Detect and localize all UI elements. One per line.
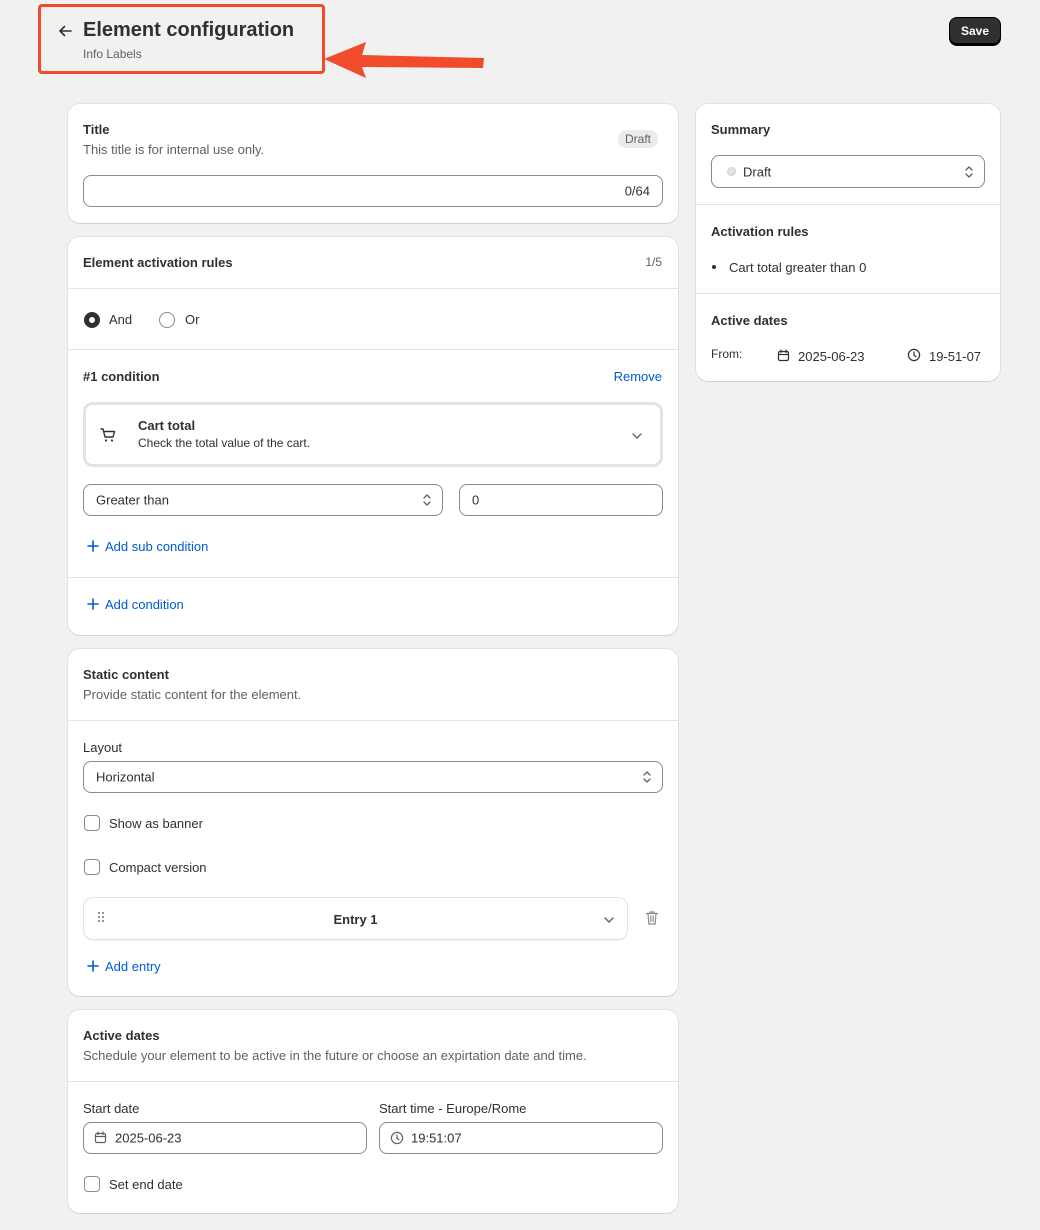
- show-as-banner-label: Show as banner: [109, 816, 203, 831]
- radio-or-label: Or: [185, 312, 200, 327]
- start-time-input[interactable]: 19:51:07: [379, 1122, 663, 1154]
- layout-value: Horizontal: [96, 769, 155, 785]
- clock-icon: [390, 1131, 404, 1145]
- layout-select[interactable]: Horizontal: [83, 761, 663, 793]
- active-dates-card: Active dates Schedule your element to be…: [68, 1010, 678, 1213]
- layout-label: Layout: [83, 740, 123, 755]
- title-card-description: This title is for internal use only.: [83, 142, 265, 157]
- active-dates-heading: Active dates: [83, 1028, 160, 1043]
- select-arrows-icon: [965, 165, 973, 178]
- plus-icon: [87, 960, 99, 972]
- plus-icon: [87, 540, 99, 552]
- chevron-down-icon: [632, 433, 642, 439]
- calendar-icon: [94, 1131, 107, 1144]
- status-dot-icon: [727, 167, 736, 176]
- static-content-heading: Static content: [83, 667, 169, 682]
- static-content-card: Static content Provide static content fo…: [68, 649, 678, 996]
- add-sub-condition-button[interactable]: Add sub condition: [105, 539, 208, 554]
- summary-from-time: 19-51-07: [929, 349, 982, 364]
- plus-icon: [87, 598, 99, 610]
- annotation-arrow-icon: [324, 42, 484, 78]
- summary-from-date: 2025-06-23: [798, 349, 865, 364]
- page-subtitle: Info Labels: [83, 47, 142, 61]
- rules-count: 1/5: [645, 255, 662, 269]
- active-dates-description: Schedule your element to be active in th…: [83, 1048, 587, 1063]
- static-content-description: Provide static content for the element.: [83, 687, 302, 702]
- condition-type-title: Cart total: [138, 418, 196, 433]
- entry-label: Entry 1: [333, 912, 378, 927]
- cart-icon: [100, 428, 116, 442]
- entry-accordion[interactable]: Entry 1: [83, 897, 628, 940]
- set-end-date-checkbox[interactable]: [84, 1176, 100, 1192]
- start-time-label: Start time - Europe/Rome: [379, 1101, 527, 1116]
- radio-and-label: And: [109, 312, 133, 327]
- from-label: From:: [711, 347, 743, 361]
- bullet-icon: [712, 265, 716, 269]
- start-date-value: 2025-06-23: [115, 1130, 182, 1146]
- start-date-input[interactable]: 2025-06-23: [83, 1122, 367, 1154]
- select-arrows-icon: [423, 494, 431, 506]
- add-condition-button[interactable]: Add condition: [105, 597, 184, 612]
- compact-version-label: Compact version: [109, 860, 207, 875]
- calendar-icon: [777, 349, 790, 362]
- summary-rule-item: Cart total greater than 0: [729, 260, 867, 275]
- activation-rules-card: Element activation rules 1/5 And Or #1 c…: [68, 237, 678, 635]
- remove-condition-link[interactable]: Remove: [614, 369, 662, 384]
- add-entry-button[interactable]: Add entry: [105, 959, 161, 974]
- condition-heading: #1 condition: [83, 369, 160, 384]
- select-arrows-icon: [643, 771, 651, 783]
- summary-card: Summary Draft Activation rules Cart tota…: [696, 104, 1000, 381]
- save-button[interactable]: Save: [949, 17, 1001, 45]
- summary-heading: Summary: [711, 122, 771, 137]
- show-as-banner-checkbox[interactable]: [84, 815, 100, 831]
- radio-and[interactable]: [84, 312, 100, 328]
- page-title: Element configuration: [83, 19, 295, 41]
- summary-rules-heading: Activation rules: [711, 224, 809, 239]
- clock-icon: [907, 348, 921, 362]
- activation-rules-heading: Element activation rules: [83, 255, 233, 270]
- title-card-heading: Title: [83, 122, 110, 137]
- chevron-down-icon: [604, 917, 614, 923]
- trash-icon[interactable]: [645, 910, 659, 926]
- compact-version-checkbox[interactable]: [84, 859, 100, 875]
- start-time-value: 19:51:07: [411, 1130, 462, 1146]
- back-arrow-icon[interactable]: [56, 22, 74, 40]
- status-badge: Draft: [618, 130, 659, 148]
- summary-dates-heading: Active dates: [711, 313, 788, 328]
- title-input[interactable]: 0/64: [83, 175, 663, 207]
- radio-or[interactable]: [159, 312, 175, 328]
- title-card: Title This title is for internal use onl…: [68, 104, 678, 223]
- operator-select[interactable]: Greater than: [83, 484, 443, 516]
- title-char-counter: 0/64: [624, 183, 650, 199]
- start-date-label: Start date: [83, 1101, 140, 1116]
- condition-value-input[interactable]: 0: [459, 484, 663, 516]
- operator-value: Greater than: [96, 492, 169, 508]
- status-value: Draft: [743, 164, 772, 179]
- status-select[interactable]: Draft: [711, 155, 985, 188]
- condition-type-select[interactable]: Cart total Check the total value of the …: [83, 402, 663, 467]
- condition-type-description: Check the total value of the cart.: [138, 436, 311, 450]
- condition-value: 0: [472, 492, 480, 508]
- set-end-date-label: Set end date: [109, 1177, 183, 1192]
